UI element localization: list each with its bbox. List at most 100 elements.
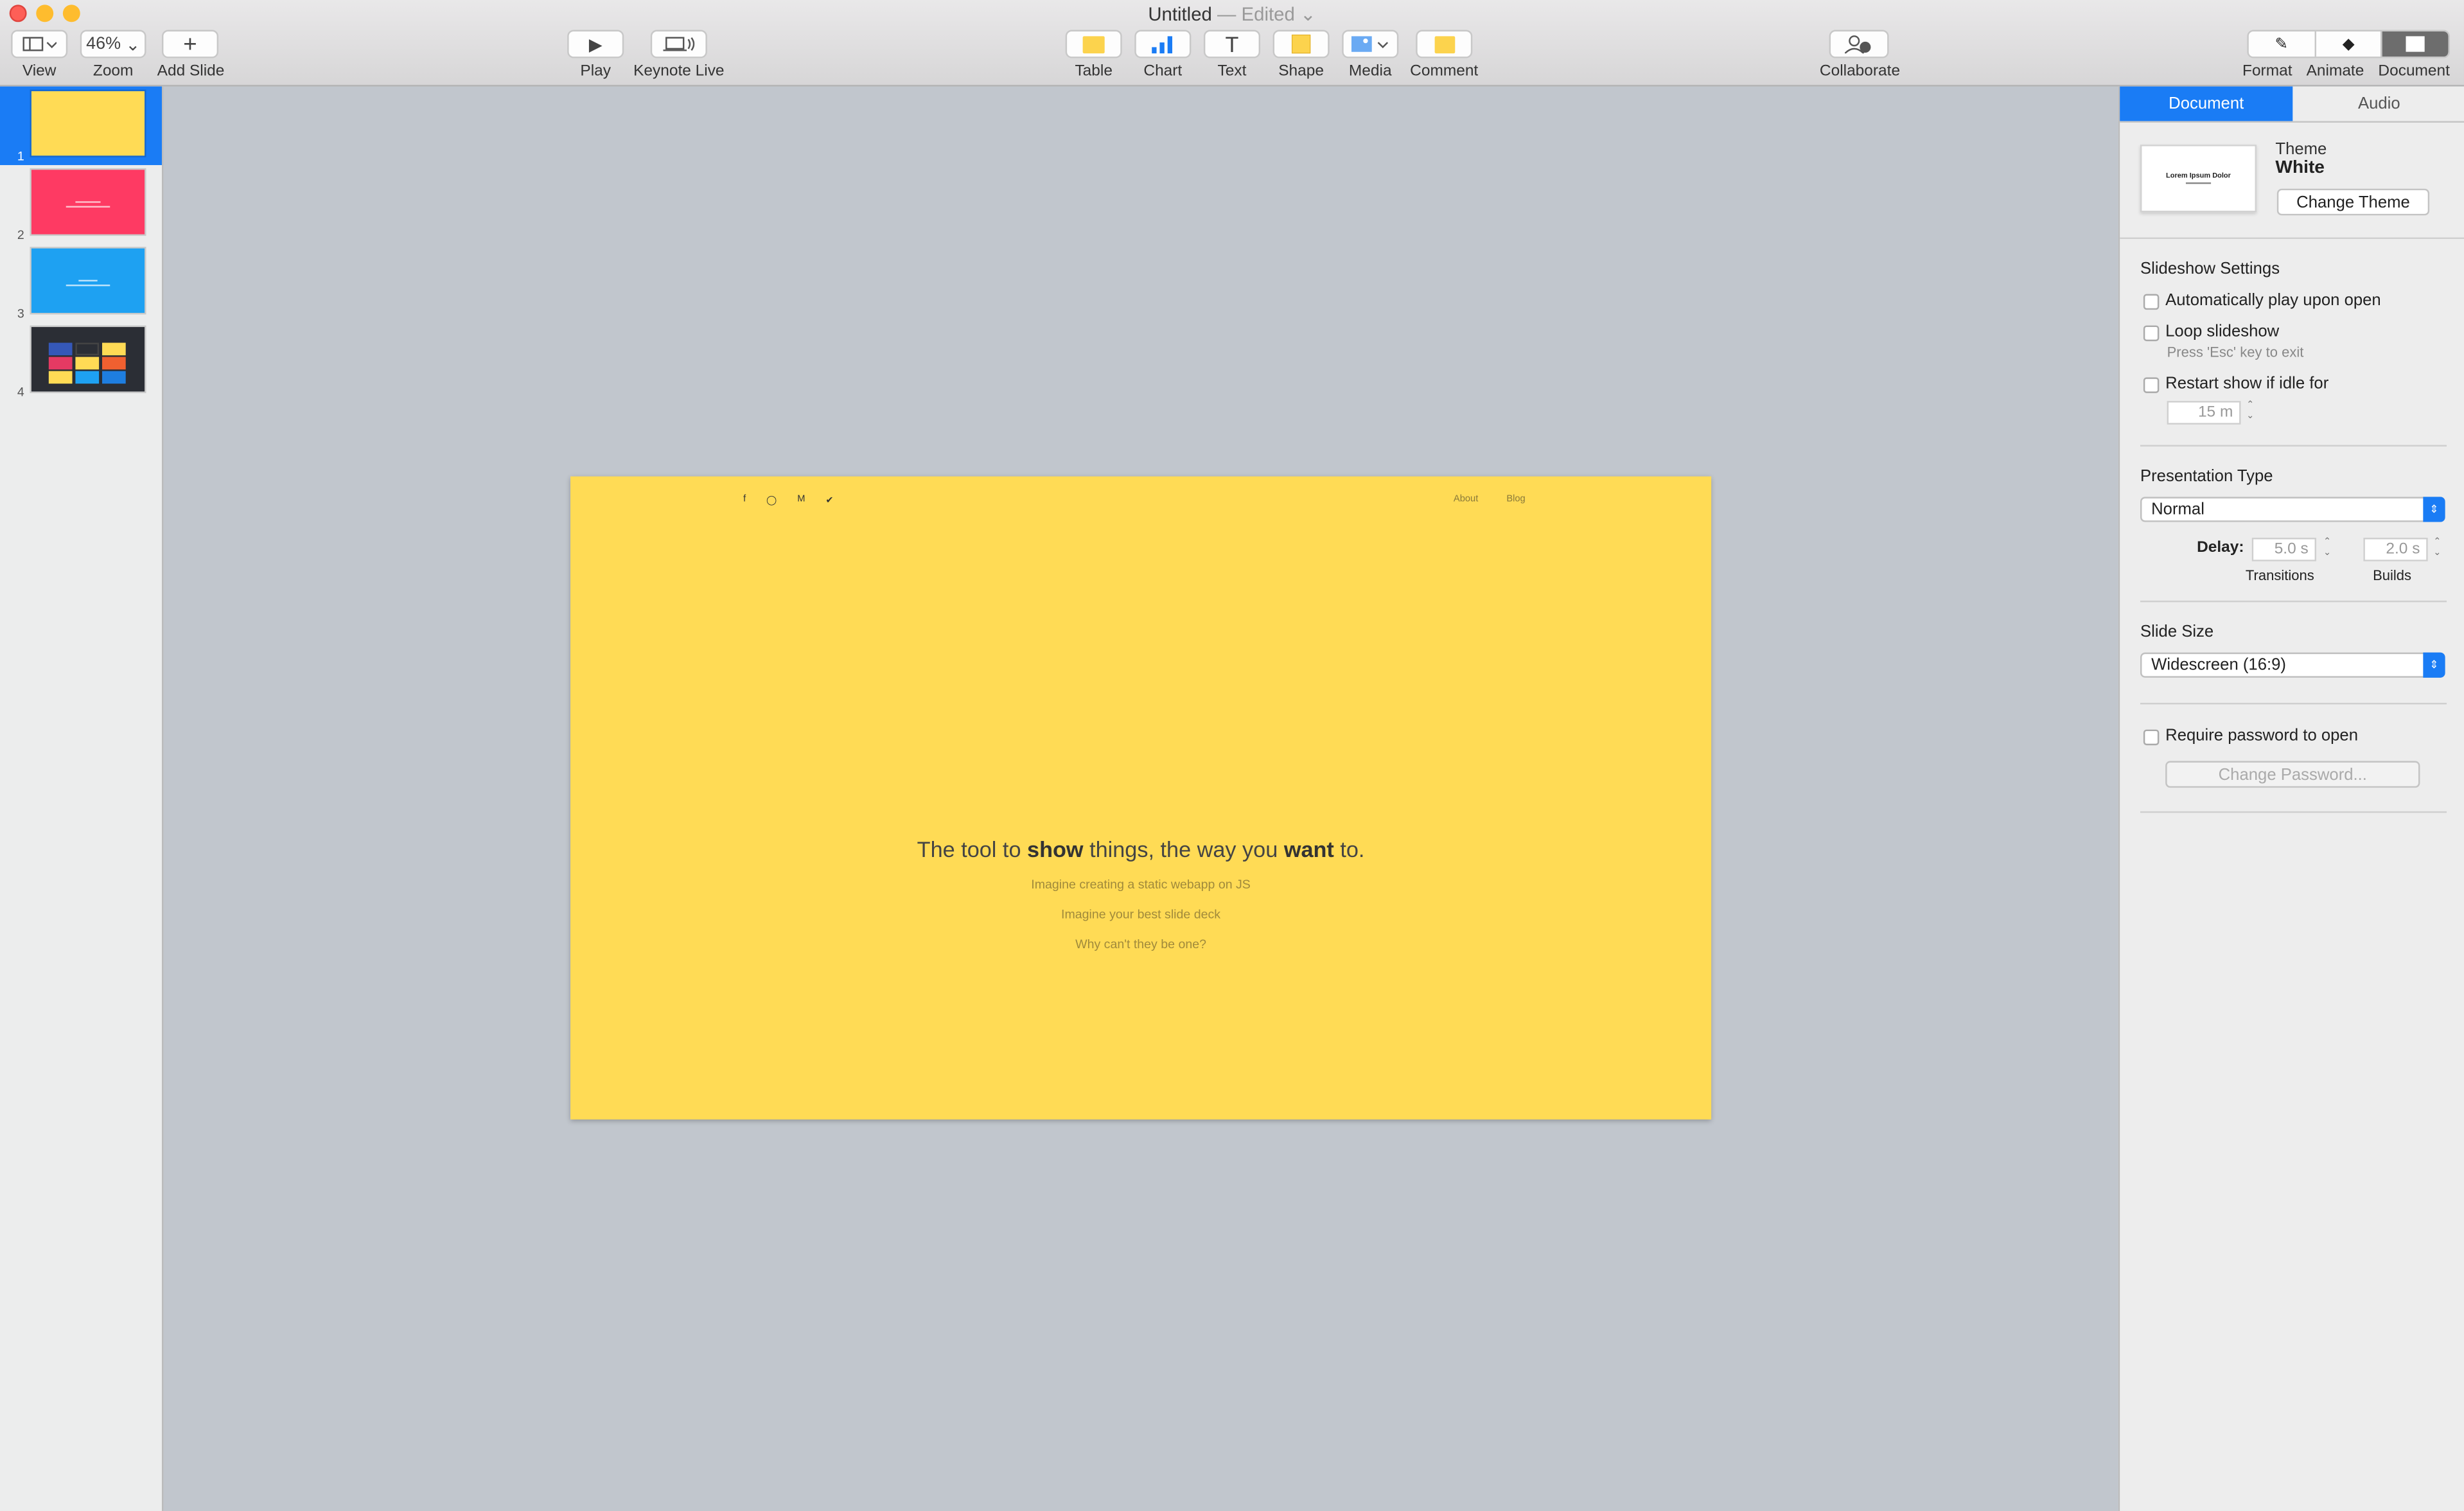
- zoom-tool[interactable]: 46% ⌄ Zoom: [80, 30, 146, 80]
- change-password-button[interactable]: Change Password...: [2165, 761, 2420, 788]
- add-slide-tool[interactable]: + Add Slide: [157, 30, 224, 80]
- presentation-type-value: Normal: [2151, 500, 2204, 519]
- zoom-select[interactable]: 46% ⌄: [80, 30, 146, 58]
- format-button[interactable]: ✎: [2248, 31, 2314, 57]
- view-tool[interactable]: View: [10, 30, 69, 80]
- paintbrush-icon: ✎: [2275, 35, 2289, 53]
- text-button[interactable]: T: [1203, 30, 1261, 58]
- table-tool[interactable]: Table: [1064, 30, 1123, 80]
- transitions-delay-field[interactable]: 5.0 s: [2251, 538, 2316, 561]
- idle-time-field[interactable]: 15 m: [2167, 401, 2241, 425]
- transitions-delay-stepper[interactable]: ⌃ ⌄: [2321, 538, 2334, 561]
- slide-canvas[interactable]: f ◯ M ✔ About Blog The tool to show thin…: [570, 476, 1712, 1120]
- divider: [2140, 811, 2447, 813]
- about-link[interactable]: About: [1454, 495, 1478, 505]
- slide-tagline-3[interactable]: Why can't they be one?: [570, 937, 1711, 951]
- play-button[interactable]: ▶: [567, 30, 624, 58]
- presentation-type-select[interactable]: Normal ⇕: [2140, 497, 2445, 522]
- idle-time-stepper[interactable]: ⌃ ⌄: [2244, 401, 2257, 425]
- slide-thumbnail-4[interactable]: 4: [0, 323, 162, 401]
- slide-navigator: 1 2 3 4: [0, 86, 164, 1511]
- window-title: Untitled — Edited ⌄: [0, 3, 2464, 25]
- keynote-live-button[interactable]: [650, 30, 707, 58]
- comment-label: Comment: [1410, 62, 1479, 80]
- theme-name: White: [2275, 159, 2325, 178]
- slide-number: 4: [17, 385, 24, 400]
- facebook-icon[interactable]: f: [743, 495, 746, 506]
- builds-delay-stepper[interactable]: ⌃ ⌄: [2431, 538, 2444, 561]
- table-button[interactable]: [1065, 30, 1122, 58]
- play-icon: ▶: [588, 35, 603, 55]
- medium-icon[interactable]: M: [797, 495, 805, 506]
- comment-icon: [1434, 35, 1455, 53]
- slide-tagline-1[interactable]: Imagine creating a static webapp on JS: [570, 878, 1711, 892]
- media-button[interactable]: [1342, 30, 1399, 58]
- loop-label: Loop slideshow: [2165, 322, 2280, 342]
- change-theme-button[interactable]: Change Theme: [2276, 188, 2430, 216]
- restart-checkbox[interactable]: [2143, 377, 2160, 393]
- document-icon: [2406, 36, 2425, 52]
- slide-preview: [31, 170, 145, 234]
- shape-button[interactable]: [1272, 30, 1330, 58]
- slide-number: 2: [17, 227, 24, 242]
- inspector-segmented-control[interactable]: ✎ ◆: [2247, 30, 2450, 58]
- chevron-down-icon: ⌄: [121, 35, 141, 55]
- text-icon: T: [1225, 31, 1239, 57]
- view-label: View: [22, 62, 57, 80]
- collaborate-tool[interactable]: Collaborate: [1820, 30, 1900, 80]
- sidebar-icon: [22, 37, 57, 51]
- twitter-icon[interactable]: ✔: [825, 495, 833, 506]
- chevron-down-icon: ⌄: [1299, 3, 1316, 26]
- play-tool[interactable]: ▶ Play: [566, 30, 626, 80]
- collaborate-icon: [1845, 35, 1871, 54]
- shape-tool[interactable]: Shape: [1271, 30, 1331, 80]
- plus-icon: +: [183, 30, 197, 58]
- theme-label: Theme: [2275, 139, 2327, 159]
- loop-hint: Press 'Esc' key to exit: [2167, 344, 2304, 360]
- auto-play-checkbox[interactable]: [2143, 294, 2160, 310]
- chart-button[interactable]: [1134, 30, 1192, 58]
- loop-checkbox[interactable]: [2143, 325, 2160, 342]
- table-icon: [1082, 35, 1105, 53]
- theme-thumbnail-title: Lorem Ipsum Dolor: [2166, 171, 2231, 180]
- slide-thumbnail-3[interactable]: 3: [0, 243, 162, 322]
- inspector-tools: ✎ ◆ Format Animate Document: [2242, 30, 2454, 80]
- media-tool[interactable]: Media: [1341, 30, 1400, 80]
- chart-tool[interactable]: Chart: [1133, 30, 1193, 80]
- document-button[interactable]: [2381, 31, 2449, 57]
- tab-document[interactable]: Document: [2120, 86, 2293, 121]
- slide-thumbnail-1[interactable]: 1: [0, 86, 162, 165]
- slide-headline[interactable]: The tool to show things, the way you wan…: [570, 836, 1711, 862]
- chart-icon: [1152, 35, 1173, 53]
- format-label: Format: [2242, 62, 2292, 80]
- slide-thumbnail-2[interactable]: 2: [0, 165, 162, 243]
- divider: [2120, 237, 2464, 240]
- edited-indicator: — Edited: [1217, 3, 1295, 26]
- tab-audio[interactable]: Audio: [2292, 87, 2464, 121]
- collaborate-button[interactable]: [1829, 30, 1889, 58]
- slide-preview: [31, 327, 145, 392]
- builds-delay-field[interactable]: 2.0 s: [2363, 538, 2428, 561]
- document-title[interactable]: Untitled: [1148, 3, 1212, 25]
- social-links: f ◯ M ✔: [743, 495, 833, 506]
- animate-button[interactable]: ◆: [2314, 31, 2382, 57]
- blog-link[interactable]: Blog: [1506, 495, 1525, 505]
- headline-emphasis: want: [1283, 836, 1334, 862]
- add-slide-button[interactable]: +: [161, 30, 219, 58]
- comment-button[interactable]: [1416, 30, 1473, 58]
- slide-size-heading: Slide Size: [2140, 623, 2214, 642]
- headline-part: The tool to: [917, 836, 1028, 862]
- github-icon[interactable]: ◯: [766, 495, 777, 506]
- keynote-live-tool[interactable]: Keynote Live: [633, 30, 725, 80]
- require-password-checkbox[interactable]: [2143, 729, 2160, 746]
- theme-thumbnail[interactable]: Lorem Ipsum Dolor: [2140, 145, 2257, 213]
- require-password-label: Require password to open: [2165, 726, 2359, 746]
- restart-label: Restart show if idle for: [2165, 374, 2329, 393]
- view-button[interactable]: [11, 30, 68, 58]
- slide-size-select[interactable]: Widescreen (16:9) ⇕: [2140, 652, 2445, 678]
- text-tool[interactable]: T Text: [1202, 30, 1262, 80]
- comment-tool[interactable]: Comment: [1409, 30, 1479, 80]
- slide-tagline-2[interactable]: Imagine your best slide deck: [570, 907, 1711, 921]
- play-label: Play: [580, 62, 611, 80]
- chevron-updown-icon: ⇕: [2423, 497, 2445, 522]
